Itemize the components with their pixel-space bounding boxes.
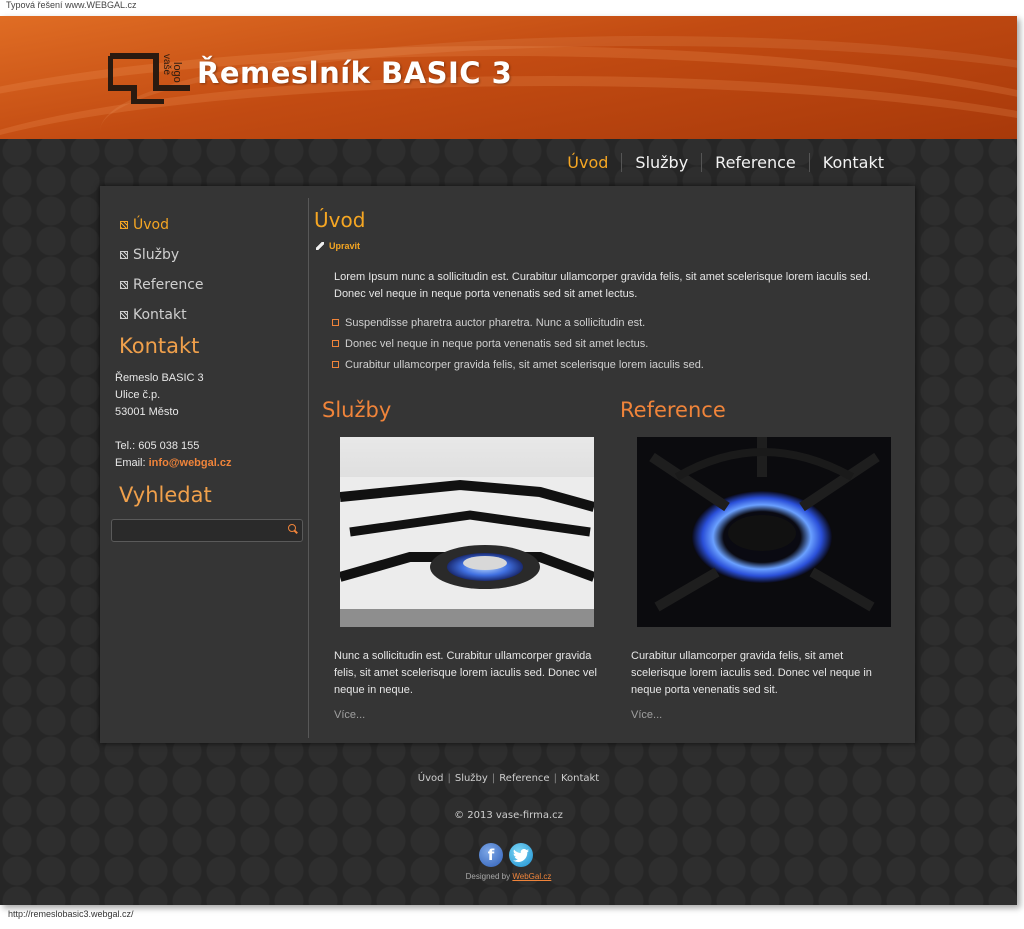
facebook-icon[interactable]: f [479, 843, 503, 867]
reference-photo[interactable] [637, 437, 891, 627]
svg-text:vaše: vaše [161, 54, 172, 76]
footer-link-uvod[interactable]: Úvod [418, 773, 444, 784]
search-icon[interactable] [288, 524, 296, 532]
address-line: 53001 Město [115, 406, 179, 418]
search-box [111, 519, 303, 542]
email-link[interactable]: info@webgal.cz [149, 457, 232, 469]
site-logo[interactable]: vaše logo [107, 48, 190, 105]
top-note: Typová řešení www.WEBGAL.cz [6, 0, 137, 10]
sidebar-divider [308, 198, 309, 738]
pencil-icon [316, 242, 324, 250]
search-heading: Vyhledat [119, 483, 212, 507]
footer-link-reference[interactable]: Reference [499, 773, 549, 784]
designer-link[interactable]: WebGal.cz [512, 872, 551, 881]
status-bar-url: http://remeslobasic3.webgal.cz/ [8, 909, 134, 919]
list-item: Suspendisse pharetra auctor pharetra. Nu… [332, 312, 704, 333]
topnav-item-kontakt[interactable]: Kontakt [808, 153, 897, 172]
topnav-item-reference[interactable]: Reference [701, 153, 809, 172]
bullet-list: Suspendisse pharetra auctor pharetra. Nu… [332, 312, 704, 375]
side-menu: Úvod Služby Reference Kontakt [120, 210, 204, 330]
footer-link-kontakt[interactable]: Kontakt [561, 773, 599, 784]
sidebar-item-label: Úvod [133, 217, 169, 233]
menu-bullet-icon [120, 311, 128, 319]
header-banner: vaše logo Řemeslník BASIC 3 [0, 16, 1017, 139]
reference-text: Curabitur ullamcorper gravida felis, sit… [631, 650, 872, 696]
sidebar-item-label: Kontakt [133, 307, 187, 323]
menu-bullet-icon [120, 251, 128, 259]
page-frame: vaše logo Řemeslník BASIC 3 Úvod Služby … [0, 16, 1017, 905]
email-label: Email: [115, 457, 146, 469]
edit-link[interactable]: Upravit [316, 241, 360, 251]
address-line: Řemeslo BASIC 3 [115, 372, 204, 384]
list-item: Donec vel neque in neque porta venenatis… [332, 333, 704, 354]
sidebar-item-kontakt[interactable]: Kontakt [120, 300, 204, 330]
contact-phone: Tel.: 605 038 155 [115, 440, 200, 452]
sidebar-item-uvod[interactable]: Úvod [120, 210, 204, 240]
sidebar-item-label: Služby [133, 247, 180, 263]
footer-link-sluzby[interactable]: Služby [455, 773, 488, 784]
edit-label: Upravit [329, 241, 361, 251]
designed-by: Designed by WebGal.cz [465, 872, 552, 881]
page-title: Úvod [314, 208, 366, 232]
services-photo[interactable] [340, 437, 594, 627]
svg-text:logo: logo [171, 62, 183, 83]
reference-more-link[interactable]: Více... [631, 709, 662, 721]
twitter-icon[interactable] [509, 843, 533, 867]
menu-bullet-icon [120, 221, 128, 229]
square-bullet-icon [332, 319, 339, 326]
copyright: © 2013 vase-firma.cz [454, 810, 563, 821]
services-text: Nunc a sollicitudin est. Curabitur ullam… [334, 650, 597, 696]
site-title: Řemeslník BASIC 3 [197, 56, 513, 90]
sidebar-item-label: Reference [133, 277, 204, 293]
services-heading[interactable]: Služby [322, 398, 391, 422]
intro-paragraph: Lorem Ipsum nunc a sollicitudin est. Cur… [334, 271, 871, 300]
contact-address: Řemeslo BASIC 3 Ulice č.p. 53001 Město T… [115, 370, 231, 472]
search-input[interactable] [112, 522, 284, 542]
contact-email-row: Email: info@webgal.cz [115, 455, 231, 472]
main-content: Úvod Upravit Lorem Ipsum nunc a sollicit… [314, 186, 914, 743]
services-more-link[interactable]: Více... [334, 709, 365, 721]
topnav-item-sluzby[interactable]: Služby [621, 153, 701, 172]
sidebar: Úvod Služby Reference Kontakt Kontakt Ře… [100, 186, 308, 743]
contact-heading: Kontakt [119, 334, 200, 358]
address-line: Ulice č.p. [115, 389, 161, 401]
square-bullet-icon [332, 361, 339, 368]
content-panel: Úvod Služby Reference Kontakt Kontakt Ře… [100, 186, 915, 743]
square-bullet-icon [332, 340, 339, 347]
list-item: Curabitur ullamcorper gravida felis, sit… [332, 354, 704, 375]
social-links: f [479, 843, 533, 867]
reference-heading[interactable]: Reference [620, 398, 726, 422]
sidebar-item-sluzby[interactable]: Služby [120, 240, 204, 270]
menu-bullet-icon [120, 281, 128, 289]
footer-navigation: Úvod | Služby | Reference | Kontakt [417, 773, 600, 784]
sidebar-item-reference[interactable]: Reference [120, 270, 204, 300]
top-navigation: Úvod Služby Reference Kontakt [554, 153, 897, 172]
topnav-item-uvod[interactable]: Úvod [554, 153, 621, 172]
